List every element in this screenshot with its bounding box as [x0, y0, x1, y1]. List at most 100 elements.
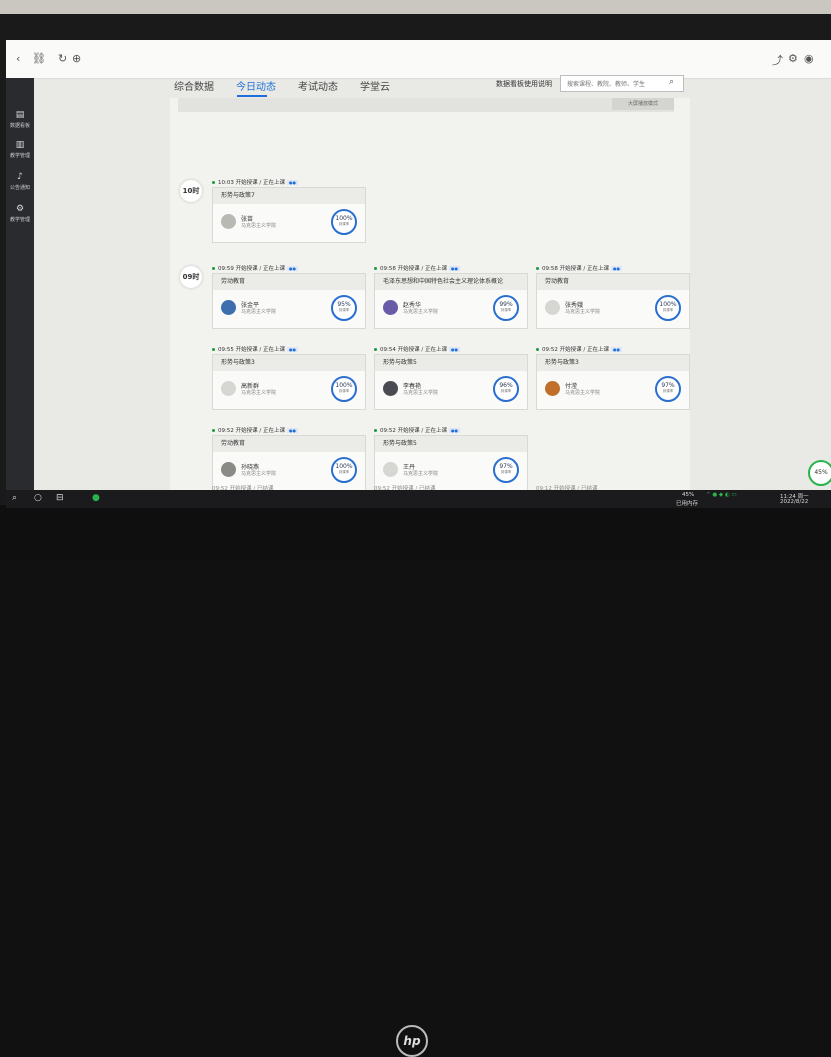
avatar [545, 381, 560, 396]
attendance-label: 到课率 [500, 470, 512, 474]
tab-overview[interactable]: 综合数据 [174, 78, 214, 93]
search-icon[interactable]: ⌕ [12, 493, 17, 503]
attendance-rate: 100% 到课率 [331, 457, 357, 483]
live-pill: ●● [448, 347, 460, 352]
class-card[interactable]: 09:58 开始授课 / 正在上课 ●● 劳动教育 张秀娥 马克思主义学院 100… [536, 264, 690, 329]
attendance-value: 100% [659, 301, 677, 308]
tab-exams[interactable]: 考试动态 [298, 78, 338, 93]
fullscreen-button[interactable]: 大屏播放模式 [612, 98, 674, 110]
class-start-time: 09:52 开始授课 / 正在上课 [542, 347, 609, 353]
course-title: 形势与政策3 [537, 355, 689, 371]
class-card[interactable]: 09:52 开始授课 / 正在上课 ●● 劳动教育 孙晓燕 马克思主义学院 100… [212, 426, 366, 491]
background-wall [0, 0, 831, 14]
class-card[interactable]: 10:03 开始授课 / 正在上课 ●● 形势与政策7 张苗 马克思主义学院 10… [212, 178, 366, 243]
account-icon[interactable]: ◉ [804, 52, 814, 65]
browser-toolbar: ‹ ⛓ ↻ ⊕ ⤴ ⚙ ◉ [6, 40, 831, 79]
class-start-time: 09:59 开始授课 / 正在上课 [218, 266, 285, 272]
class-start-time: 09:58 开始授课 / 正在上课 [542, 266, 609, 272]
attendance-rate: 96% 到课率 [493, 376, 519, 402]
live-dot [374, 267, 377, 270]
sidebar-item-notice[interactable]: ♪ 公告通知 [6, 172, 34, 191]
memory-widget[interactable]: 45% [808, 460, 831, 486]
attendance-label: 到课率 [338, 222, 350, 226]
globe-icon[interactable]: ⊕ [72, 52, 81, 65]
teacher-dept: 马克思主义学院 [403, 309, 439, 315]
task-view-icon[interactable]: ⊟ [56, 493, 64, 503]
teacher-dept: 马克思主义学院 [241, 309, 277, 315]
book-icon: ▥ [15, 140, 25, 150]
search-input[interactable]: 搜索课程、教院、教师、学生 ⌕ [560, 75, 684, 92]
attendance-rate: 97% 到课率 [493, 457, 519, 483]
share-icon[interactable]: ⤴ [772, 52, 783, 68]
live-pill: ●● [286, 347, 298, 352]
live-dot [212, 348, 215, 351]
search-icon[interactable]: ⌕ [669, 77, 674, 87]
previous-card-tail: 大屏播放模式 [178, 98, 674, 112]
live-dot [212, 429, 215, 432]
attendance-label: 到课率 [662, 308, 674, 312]
settings-icon[interactable]: ⚙ [788, 52, 798, 65]
cortana-icon[interactable]: ○ [34, 493, 42, 503]
attendance-label: 到课率 [500, 308, 512, 312]
back-icon[interactable]: ‹ [16, 52, 20, 65]
attendance-label: 到课率 [338, 389, 350, 393]
sidebar: ▤ 数据看板 ▥ 教学管理 ♪ 公告通知 ⚙ 教学管理 [6, 78, 34, 508]
course-title: 劳动教育 [537, 274, 689, 290]
teacher-dept: 马克思主义学院 [565, 309, 601, 315]
sidebar-item-label: 公告通知 [9, 185, 30, 191]
avatar [221, 214, 236, 229]
gear-icon: ⚙ [15, 204, 25, 214]
monitor-chin: hp [0, 505, 831, 1057]
bell-icon: ♪ [17, 172, 23, 182]
attendance-rate: 100% 到课率 [655, 295, 681, 321]
class-card[interactable]: 09:52 开始授课 / 正在上课 ●● 形势与政策3 付滢 马克思主义学院 97… [536, 345, 690, 410]
avatar [545, 300, 560, 315]
attendance-value: 100% [335, 463, 353, 470]
class-card[interactable]: 09:54 开始授课 / 正在上课 ●● 形势与政策5 李春艳 马克思主义学院 9… [374, 345, 528, 410]
clock-date: 2022/8/22 [780, 499, 809, 505]
attendance-value: 100% [335, 215, 353, 222]
link-icon[interactable]: ⛓ [32, 52, 46, 65]
help-link[interactable]: 数据看板使用说明 [496, 79, 552, 89]
live-pill: ●● [448, 428, 460, 433]
teacher-dept: 马克思主义学院 [403, 390, 439, 396]
refresh-icon[interactable]: ↻ [58, 52, 67, 65]
memory-label: 已用内存 [676, 501, 699, 507]
sidebar-item-teaching[interactable]: ▥ 教学管理 [6, 140, 34, 159]
class-card[interactable]: 09:58 开始授课 / 正在上课 ●● 毛泽东思想和中国特色社会主义理论体系概论… [374, 264, 528, 329]
chart-icon: ▤ [15, 110, 25, 120]
teacher-dept: 马克思主义学院 [565, 390, 601, 396]
live-dot [536, 267, 539, 270]
avatar [383, 462, 398, 477]
class-start-time: 09:54 开始授课 / 正在上课 [380, 347, 447, 353]
class-card[interactable]: 09:59 开始授课 / 正在上课 ●● 劳动教育 张金平 马克思主义学院 95%… [212, 264, 366, 329]
sidebar-item-manage[interactable]: ⚙ 教学管理 [6, 204, 34, 223]
attendance-value: 97% [499, 463, 513, 470]
course-title: 形势与政策3 [213, 355, 365, 371]
class-start-time: 09:58 开始授课 / 正在上课 [380, 266, 447, 272]
tab-today[interactable]: 今日动态 [236, 78, 276, 93]
hour-badge: 09时 [180, 266, 202, 288]
attendance-rate: 100% 到课率 [331, 376, 357, 402]
live-dot [212, 181, 215, 184]
live-pill: ●● [286, 428, 298, 433]
attendance-label: 到课率 [662, 389, 674, 393]
tray-icons[interactable]: ^ ● ◆ ◐ ▭ [706, 492, 737, 498]
attendance-rate: 97% 到课率 [655, 376, 681, 402]
course-title: 形势与政策5 [375, 355, 527, 371]
live-dot [536, 348, 539, 351]
live-pill: ●● [610, 266, 622, 271]
class-start-time: 09:55 开始授课 / 正在上课 [218, 347, 285, 353]
teacher-dept: 马克思主义学院 [241, 223, 277, 229]
class-card[interactable]: 09:55 开始授课 / 正在上课 ●● 形势与政策3 高新群 马克思主义学院 1… [212, 345, 366, 410]
memory-usage: 45% [682, 492, 695, 498]
live-pill: ●● [286, 266, 298, 271]
class-start-time: 09:52 开始授课 / 正在上课 [380, 428, 447, 434]
live-pill: ●● [448, 266, 460, 271]
tab-xuetangyun[interactable]: 学堂云 [360, 78, 390, 93]
course-title: 形势与政策5 [375, 436, 527, 452]
class-card[interactable]: 09:52 开始授课 / 正在上课 ●● 形势与政策5 王丹 马克思主义学院 97… [374, 426, 528, 491]
live-dot [212, 267, 215, 270]
sidebar-item-dashboard[interactable]: ▤ 数据看板 [6, 110, 34, 129]
wechat-icon[interactable]: ● [92, 493, 100, 503]
